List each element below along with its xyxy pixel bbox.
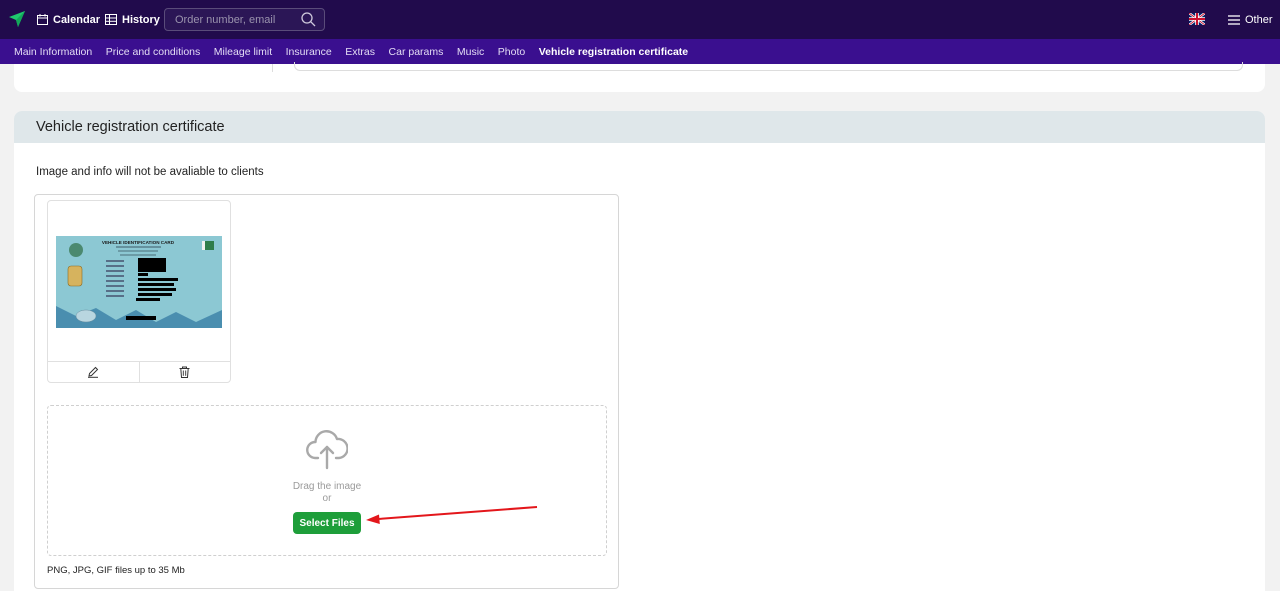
uploaded-image-card: VEHICLE IDENTIFICATION CARD <box>47 200 231 383</box>
card-heading: VEHICLE IDENTIFICATION CARD <box>102 240 175 245</box>
calendar-label: Calendar <box>53 13 101 26</box>
select-files-button[interactable]: Select Files <box>293 512 361 534</box>
section-title: Vehicle registration certificate <box>36 119 225 135</box>
top-bar: Calendar History Other <box>0 0 1280 39</box>
tab-car-params[interactable]: Car params <box>389 46 444 58</box>
previous-section-card <box>14 62 1265 92</box>
tab-mileage-limit[interactable]: Mileage limit <box>214 46 272 58</box>
cloud-upload-icon <box>306 430 348 470</box>
hamburger-icon <box>1228 14 1240 25</box>
image-dropzone[interactable]: Drag the image or Select Files <box>47 405 607 556</box>
search-icon[interactable] <box>301 12 316 27</box>
divider <box>272 64 273 72</box>
tab-vehicle-registration-certificate[interactable]: Vehicle registration certificate <box>539 46 688 58</box>
section-header: Vehicle registration certificate <box>14 111 1265 143</box>
other-label: Other <box>1245 13 1273 26</box>
other-menu[interactable]: Other <box>1228 0 1273 39</box>
edit-image-button[interactable] <box>48 362 140 382</box>
calendar-link[interactable]: Calendar <box>37 0 100 39</box>
file-type-hint: PNG, JPG, GIF files up to 35 Mb <box>47 565 185 576</box>
vehicle-registration-section: Vehicle registration certificate Image a… <box>14 111 1265 591</box>
tab-main-information[interactable]: Main Information <box>14 46 92 58</box>
delete-image-button[interactable] <box>140 362 231 382</box>
trash-icon <box>179 366 190 378</box>
calendar-icon <box>37 14 48 25</box>
section-tabs: Main Information Price and conditions Mi… <box>0 39 1280 64</box>
uk-flag-icon[interactable] <box>1189 13 1205 25</box>
tab-extras[interactable]: Extras <box>345 46 375 58</box>
history-link[interactable]: History <box>105 0 160 39</box>
previous-field-box <box>294 62 1243 71</box>
logo-icon[interactable] <box>8 10 26 28</box>
tab-price-and-conditions[interactable]: Price and conditions <box>106 46 201 58</box>
tab-insurance[interactable]: Insurance <box>286 46 332 58</box>
search-input[interactable] <box>165 13 293 26</box>
or-text: or <box>322 493 332 504</box>
tab-music[interactable]: Music <box>457 46 484 58</box>
table-icon <box>105 14 117 25</box>
tab-photo[interactable]: Photo <box>498 46 525 58</box>
history-label: History <box>122 13 160 26</box>
image-actions <box>48 361 230 382</box>
privacy-note: Image and info will not be avaliable to … <box>36 166 264 178</box>
drag-instructions: Drag the image or <box>48 481 606 505</box>
vehicle-card-image[interactable]: VEHICLE IDENTIFICATION CARD <box>56 236 222 328</box>
upload-box: VEHICLE IDENTIFICATION CARD Drag the ima… <box>34 194 619 589</box>
drag-text: Drag the image <box>292 481 362 492</box>
pencil-icon <box>88 366 99 378</box>
search-box <box>164 8 325 31</box>
